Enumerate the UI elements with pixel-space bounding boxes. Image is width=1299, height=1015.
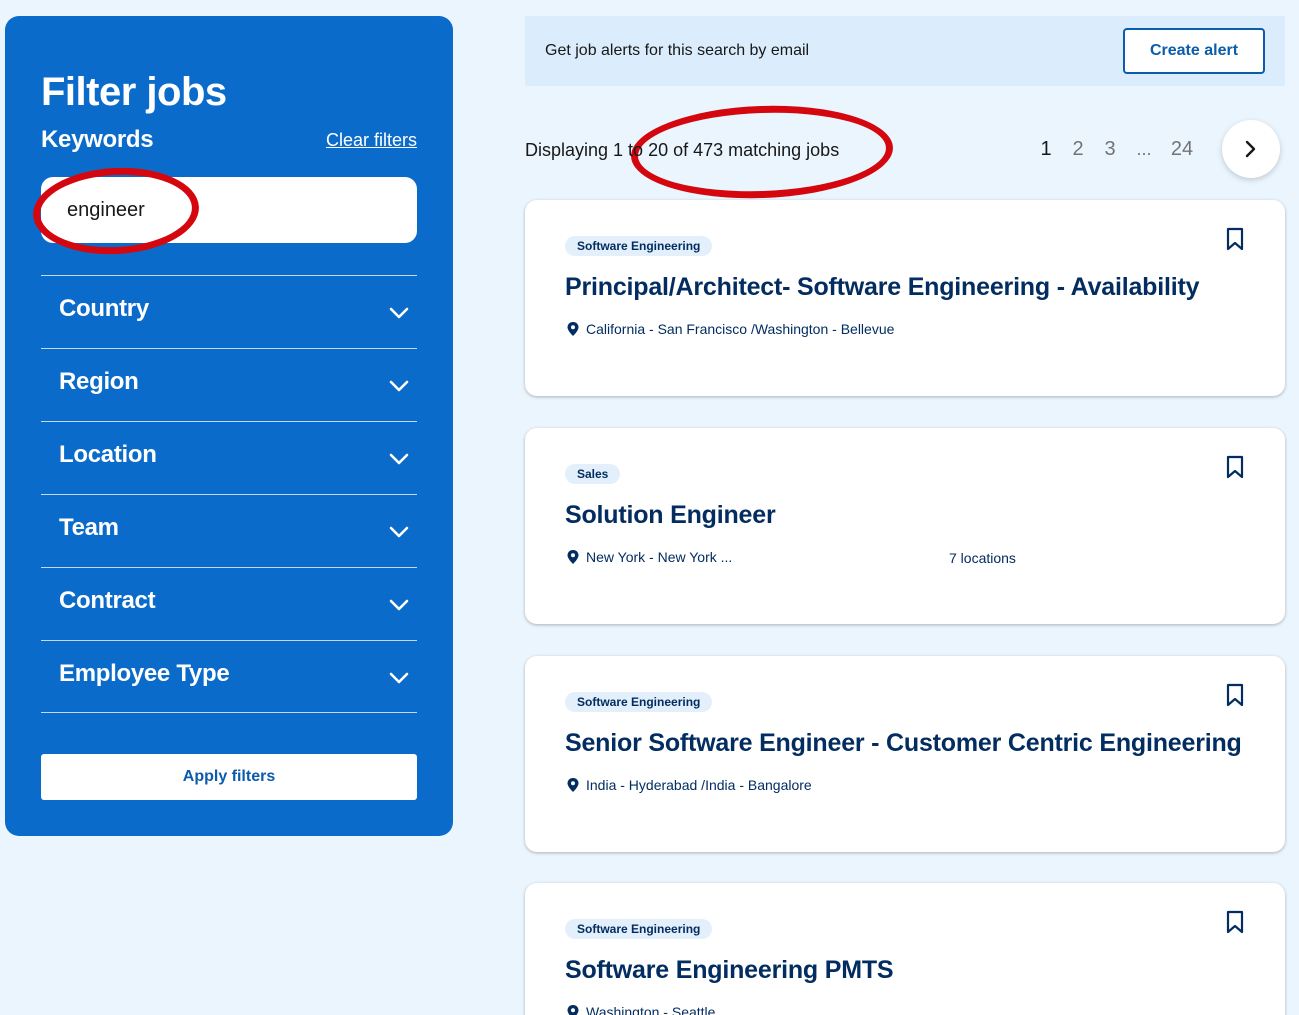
job-title-link[interactable]: Principal/Architect- Software Engineerin…	[565, 273, 1200, 302]
filter-country[interactable]: Country	[41, 275, 417, 348]
filter-label: Contract	[59, 587, 156, 614]
job-card[interactable]: Software Engineering Software Engineerin…	[525, 883, 1285, 1015]
bookmark-icon[interactable]	[1223, 909, 1247, 935]
job-card[interactable]: Sales Solution Engineer New York - New Y…	[525, 428, 1285, 624]
job-team-tag: Software Engineering	[565, 236, 713, 256]
apply-filters-button[interactable]: Apply filters	[41, 754, 417, 800]
next-page-button[interactable]	[1222, 120, 1280, 178]
clear-filters-link[interactable]: Clear filters	[326, 130, 417, 151]
filter-sidebar: Filter jobs Keywords Clear filters Count…	[5, 16, 453, 836]
location-pin-icon	[567, 322, 579, 336]
job-location-text: New York - New York ...	[586, 549, 733, 565]
page-3-link[interactable]: 3	[1094, 138, 1126, 161]
job-location-text: Washington - Seattle	[586, 1004, 716, 1015]
more-locations-text[interactable]: 7 locations	[949, 550, 1016, 566]
job-card[interactable]: Software Engineering Principal/Architect…	[525, 200, 1285, 396]
chevron-down-icon	[381, 514, 417, 550]
bookmark-icon[interactable]	[1223, 226, 1247, 252]
job-title-link[interactable]: Solution Engineer	[565, 501, 776, 530]
filter-employee-type[interactable]: Employee Type	[41, 640, 417, 713]
job-title-link[interactable]: Software Engineering PMTS	[565, 956, 894, 985]
filter-region[interactable]: Region	[41, 348, 417, 421]
location-pin-icon	[567, 1005, 579, 1015]
filter-location[interactable]: Location	[41, 421, 417, 494]
job-location: Washington - Seattle	[565, 1004, 715, 1015]
chevron-down-icon	[381, 368, 417, 404]
chevron-down-icon	[381, 295, 417, 331]
filter-label: Employee Type	[59, 659, 230, 687]
filter-jobs-heading: Filter jobs	[41, 70, 227, 114]
filter-team[interactable]: Team	[41, 494, 417, 567]
filter-label: Country	[59, 295, 149, 322]
keywords-row: Keywords Clear filters	[41, 126, 417, 154]
job-alert-text: Get job alerts for this search by email	[545, 42, 810, 59]
job-title-link[interactable]: Senior Software Engineer - Customer Cent…	[565, 729, 1242, 758]
chevron-down-icon	[381, 660, 417, 696]
location-pin-icon	[567, 550, 579, 564]
create-alert-button[interactable]: Create alert	[1123, 28, 1265, 74]
filter-contract[interactable]: Contract	[41, 567, 417, 640]
bookmark-icon[interactable]	[1223, 454, 1247, 480]
page-last-link[interactable]: 24	[1162, 138, 1202, 161]
chevron-right-icon	[1245, 140, 1256, 158]
job-location: California - San Francisco /Washington -…	[565, 321, 894, 337]
job-location: India - Hyderabad /India - Bangalore	[565, 777, 812, 793]
page-2-link[interactable]: 2	[1062, 138, 1094, 161]
chevron-down-icon	[381, 587, 417, 623]
location-pin-icon	[567, 778, 579, 792]
chevron-down-icon	[381, 441, 417, 477]
job-card[interactable]: Software Engineering Senior Software Eng…	[525, 656, 1285, 852]
job-team-tag: Software Engineering	[565, 919, 713, 939]
job-location: New York - New York ...	[565, 549, 732, 565]
results-count: Displaying 1 to 20 of 473 matching jobs	[525, 140, 840, 160]
job-alert-bar: Get job alerts for this search by email …	[525, 16, 1285, 86]
pagination: 1 2 3 ... 24	[1030, 120, 1280, 178]
filter-list: Country Region Location Team Contract Em…	[41, 275, 417, 713]
filter-label: Location	[59, 441, 157, 468]
job-team-tag: Software Engineering	[565, 692, 713, 712]
page-1-link[interactable]: 1	[1030, 138, 1062, 161]
filter-label: Region	[59, 368, 139, 395]
job-team-tag: Sales	[565, 464, 621, 484]
job-location-text: India - Hyderabad /India - Bangalore	[586, 777, 812, 793]
keywords-input[interactable]	[41, 177, 417, 243]
filter-label: Team	[59, 514, 119, 541]
keywords-label: Keywords	[41, 126, 154, 153]
job-search-page: Filter jobs Keywords Clear filters Count…	[0, 0, 1299, 1015]
page-ellipsis: ...	[1136, 138, 1152, 159]
bookmark-icon[interactable]	[1223, 682, 1247, 708]
job-location-text: California - San Francisco /Washington -…	[586, 321, 895, 337]
